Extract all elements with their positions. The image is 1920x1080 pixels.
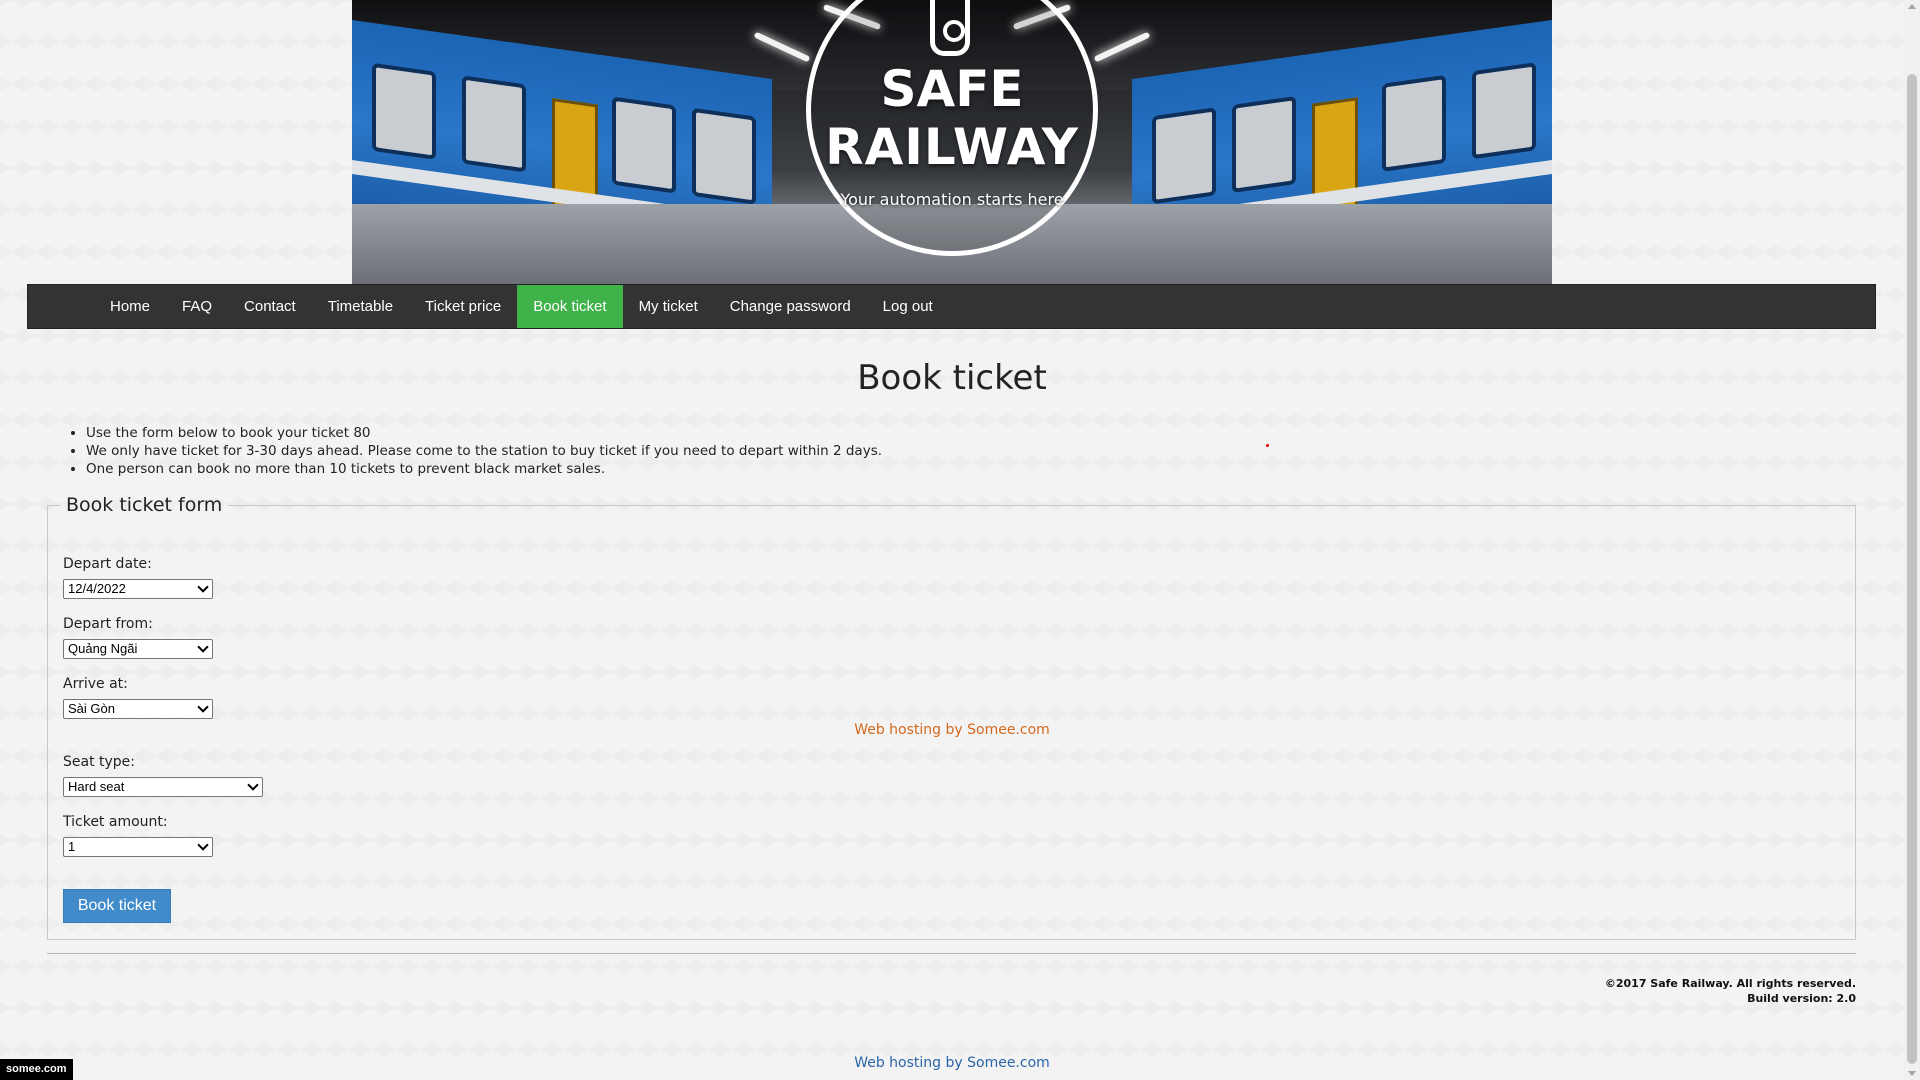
booking-notes: Use the form below to book your ticket 8… — [64, 424, 882, 478]
nav-change-password[interactable]: Change password — [714, 285, 867, 328]
nav-home[interactable]: Home — [94, 285, 166, 328]
nav-contact[interactable]: Contact — [228, 285, 312, 328]
footer-divider — [47, 953, 1856, 954]
train-window — [692, 107, 756, 205]
train-window — [1152, 107, 1216, 205]
scroll-down-arrow-icon[interactable] — [1908, 1071, 1916, 1076]
header-banner: SAFE RAILWAY Your automation starts here — [352, 0, 1552, 284]
book-ticket-button[interactable]: Book ticket — [63, 889, 171, 923]
form-legend: Book ticket form — [66, 494, 223, 516]
nav-faq[interactable]: FAQ — [166, 285, 228, 328]
logo-title-line1: SAFE — [880, 60, 1024, 118]
ticket-amount-label: Ticket amount: — [63, 814, 168, 830]
nav-timetable[interactable]: Timetable — [312, 285, 409, 328]
train-window — [462, 75, 526, 173]
depart-date-value: 12/4/2022 — [68, 581, 126, 596]
depart-date-select[interactable]: 12/4/2022 — [63, 579, 213, 599]
ticket-amount-value: 1 — [68, 839, 76, 854]
depart-from-value: Quảng Ngãi — [68, 641, 138, 656]
depart-date-label: Depart date: — [63, 556, 152, 572]
chevron-down-icon — [247, 779, 259, 791]
nav-log-out[interactable]: Log out — [867, 285, 949, 328]
chevron-down-icon — [197, 701, 209, 713]
train-window — [1232, 95, 1296, 193]
red-dot-marker — [1266, 444, 1269, 447]
footer: ©2017 Safe Railway. All rights reserved.… — [1605, 976, 1856, 1006]
scrollbar-thumb[interactable] — [1907, 74, 1917, 1064]
note-item: Use the form below to book your ticket 8… — [86, 424, 882, 442]
book-ticket-form: Book ticket form — [47, 494, 1856, 940]
ticket-amount-select[interactable]: 1 — [63, 837, 213, 857]
main-nav: Home FAQ Contact Timetable Ticket price … — [27, 284, 1876, 329]
depart-from-select[interactable]: Quảng Ngãi — [63, 639, 213, 659]
note-item: One person can book no more than 10 tick… — [86, 460, 882, 478]
train-window — [372, 62, 436, 160]
vertical-scrollbar[interactable] — [1904, 0, 1920, 1080]
chevron-down-icon — [197, 641, 209, 653]
train-window — [1382, 74, 1446, 172]
depart-from-label: Depart from: — [63, 616, 153, 632]
web-hosting-link-bottom[interactable]: Web hosting by Somee.com — [0, 1055, 1904, 1071]
logo-tagline: Your automation starts here — [840, 190, 1064, 209]
seat-type-select[interactable]: Hard seat — [63, 777, 263, 797]
nav-ticket-price[interactable]: Ticket price — [409, 285, 517, 328]
note-item: We only have ticket for 3-30 days ahead.… — [86, 442, 882, 460]
web-hosting-link[interactable]: Web hosting by Somee.com — [0, 722, 1904, 738]
train-window — [1472, 62, 1536, 160]
page-title: Book ticket — [857, 358, 1047, 398]
train-window — [612, 96, 676, 194]
nav-my-ticket[interactable]: My ticket — [623, 285, 714, 328]
somee-badge[interactable]: somee.com — [0, 1059, 73, 1080]
chevron-down-icon — [197, 839, 209, 851]
arrive-at-select[interactable]: Sài Gòn — [63, 699, 213, 719]
build-version: Build version: 2.0 — [1747, 992, 1856, 1005]
seat-type-value: Hard seat — [68, 779, 125, 794]
arrive-at-label: Arrive at: — [63, 676, 128, 692]
train-logo-icon — [930, 0, 970, 56]
nav-book-ticket[interactable]: Book ticket — [517, 285, 623, 328]
scroll-up-arrow-icon[interactable] — [1908, 4, 1916, 9]
chevron-down-icon — [197, 581, 209, 593]
seat-type-label: Seat type: — [63, 754, 136, 770]
page: SAFE RAILWAY Your automation starts here… — [0, 0, 1904, 1080]
copyright-text: ©2017 Safe Railway. All rights reserved. — [1604, 977, 1856, 990]
arrive-at-value: Sài Gòn — [68, 701, 115, 716]
logo-title-line2: RAILWAY — [825, 118, 1079, 176]
